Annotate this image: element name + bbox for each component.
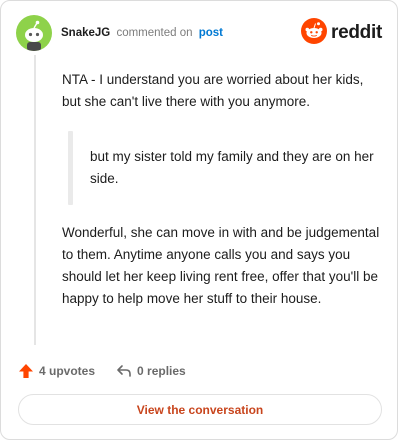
reddit-wordmark: reddit [331, 22, 382, 43]
comment-paragraph: NTA - I understand you are worried about… [62, 72, 364, 109]
reddit-logo-icon [301, 17, 328, 49]
replies-count: 0 replies [137, 364, 186, 378]
comment-actions: 4 upvotes 0 replies [18, 361, 186, 381]
comment-meta: SnakeJG commented on post [61, 26, 223, 40]
reddit-brand[interactable]: reddit [301, 17, 382, 49]
upvote-arrow-icon [19, 364, 33, 378]
comment-header: SnakeJG commented on post reddit [16, 15, 382, 51]
comment-body: NTA - I understand you are worried about… [62, 69, 382, 310]
username-link[interactable]: SnakeJG [61, 27, 110, 39]
upvote-count: 4 upvotes [39, 364, 96, 378]
quote-text: but my sister told my family and they ar… [90, 149, 374, 186]
snoo-avatar-icon[interactable] [16, 15, 52, 51]
comment-card: SnakeJG commented on post reddit NTA - I… [0, 0, 398, 440]
post-link[interactable]: post [199, 27, 223, 39]
thread-line [34, 55, 36, 345]
reply-arrow-icon [117, 365, 131, 377]
replies-button[interactable]: 0 replies [116, 363, 186, 379]
comment-paragraph: Wonderful, she can move in with and be j… [62, 225, 380, 306]
view-conversation-button[interactable]: View the conversation [18, 394, 382, 425]
action-text: commented on [116, 27, 193, 39]
blockquote: but my sister told my family and they ar… [68, 131, 382, 205]
upvote-button[interactable]: 4 upvotes [18, 363, 95, 379]
